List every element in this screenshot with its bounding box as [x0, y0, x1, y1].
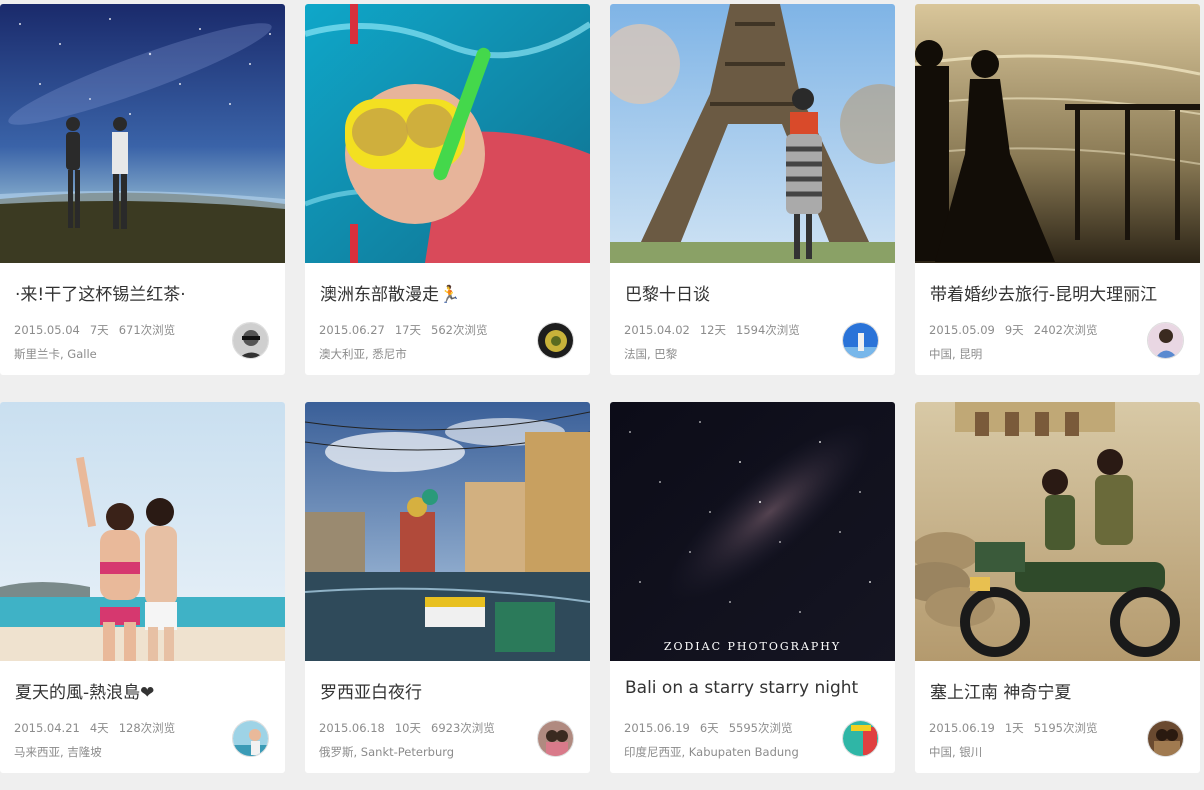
card-title[interactable]: 塞上江南 神奇宁夏	[930, 678, 1192, 703]
card-location: 马来西亚, 吉隆坡	[14, 745, 102, 759]
card-photo-canal-city[interactable]	[305, 402, 590, 661]
card-location: 俄罗斯, Sankt-Peterburg	[319, 745, 455, 759]
card-date: 2015.06.27	[319, 323, 385, 337]
card-title[interactable]: ·来!干了这杯锡兰红茶·	[15, 280, 277, 305]
card-views: 671次浏览	[118, 323, 176, 337]
author-avatar[interactable]	[1147, 720, 1184, 757]
card-views: 128次浏览	[118, 721, 176, 735]
author-avatar[interactable]	[537, 322, 574, 359]
card-duration: 10天	[394, 721, 421, 735]
card-title[interactable]: 澳洲东部散漫走🏃	[320, 280, 582, 305]
card-duration: 7天	[89, 323, 109, 337]
card-date: 2015.04.02	[624, 323, 690, 337]
card-location: 中国, 银川	[929, 745, 983, 759]
card-date: 2015.06.18	[319, 721, 385, 735]
travel-card[interactable]: 罗西亚白夜行 2015.06.18 10天 6923次浏览 俄罗斯, Sankt-P…	[305, 402, 590, 773]
card-views: 1594次浏览	[736, 323, 800, 337]
card-meta: 2015.06.19 1天 5195次浏览	[929, 720, 1107, 736]
card-meta: 2015.06.19 6天 5595次浏览	[624, 720, 802, 736]
card-meta: 2015.04.21 4天 128次浏览	[14, 720, 185, 736]
card-date: 2015.05.04	[14, 323, 80, 337]
card-title[interactable]: 夏天的風-熱浪島❤	[15, 678, 277, 703]
card-views: 5195次浏览	[1033, 721, 1098, 735]
author-avatar[interactable]	[537, 720, 574, 757]
card-title[interactable]: Bali on a starry starry night	[625, 678, 887, 698]
travel-card-grid: ·来!干了这杯锡兰红茶· 2015.05.04 7天 671次浏览 斯里兰卡, Ga…	[0, 0, 1204, 790]
card-location: 澳大利亚, 悉尼市	[319, 347, 407, 361]
author-avatar[interactable]	[1147, 322, 1184, 359]
card-location: 斯里兰卡, Galle	[14, 347, 97, 361]
card-photo-snorkeling[interactable]	[305, 4, 590, 263]
card-title[interactable]: 带着婚纱去旅行-昆明大理丽江	[930, 280, 1192, 305]
card-title[interactable]: 罗西亚白夜行	[320, 678, 582, 703]
travel-card[interactable]: 巴黎十日谈 2015.04.02 12天 1594次浏览 法国, 巴黎	[610, 4, 895, 375]
card-meta: 2015.06.27 17天 562次浏览	[319, 322, 497, 338]
card-views: 562次浏览	[431, 323, 488, 337]
travel-card[interactable]: 塞上江南 神奇宁夏 2015.06.19 1天 5195次浏览 中国, 银川	[915, 402, 1200, 773]
travel-card[interactable]: 澳洲东部散漫走🏃 2015.06.27 17天 562次浏览 澳大利亚, 悉尼市	[305, 4, 590, 375]
card-duration: 1天	[1004, 721, 1024, 735]
travel-card[interactable]: ZODIAC PHOTOGRAPHY Bali on a starry star…	[610, 402, 895, 773]
card-views: 6923次浏览	[431, 721, 495, 735]
card-views: 2402次浏览	[1033, 323, 1098, 337]
card-duration: 9天	[1004, 323, 1024, 337]
card-location: 印度尼西亚, Kabupaten Badung	[624, 745, 799, 759]
card-photo-milky-way[interactable]: ZODIAC PHOTOGRAPHY	[610, 402, 895, 661]
card-location: 中国, 昆明	[929, 347, 983, 361]
card-meta: 2015.05.09 9天 2402次浏览	[929, 322, 1107, 338]
card-photo-starry-night[interactable]	[0, 4, 285, 263]
card-duration: 12天	[699, 323, 726, 337]
card-meta: 2015.06.18 10天 6923次浏览	[319, 720, 505, 736]
card-date: 2015.04.21	[14, 721, 80, 735]
card-date: 2015.05.09	[929, 323, 995, 337]
author-avatar[interactable]	[232, 322, 269, 359]
photo-watermark: ZODIAC PHOTOGRAPHY	[663, 640, 842, 653]
author-avatar[interactable]	[842, 322, 879, 359]
card-views: 5595次浏览	[728, 721, 793, 735]
card-location: 法国, 巴黎	[624, 347, 678, 361]
author-avatar[interactable]	[842, 720, 879, 757]
card-title[interactable]: 巴黎十日谈	[625, 280, 887, 305]
card-photo-beach[interactable]	[0, 402, 285, 661]
card-date: 2015.06.19	[929, 721, 995, 735]
card-duration: 6天	[699, 721, 719, 735]
card-photo-wedding-silhouette[interactable]	[915, 4, 1200, 263]
card-meta: 2015.05.04 7天 671次浏览	[14, 322, 185, 338]
card-duration: 4天	[89, 721, 109, 735]
card-photo-motorcycle[interactable]	[915, 402, 1200, 661]
travel-card[interactable]: 带着婚纱去旅行-昆明大理丽江 2015.05.09 9天 2402次浏览 中国, 昆…	[915, 4, 1200, 375]
author-avatar[interactable]	[232, 720, 269, 757]
travel-card[interactable]: ·来!干了这杯锡兰红茶· 2015.05.04 7天 671次浏览 斯里兰卡, Ga…	[0, 4, 285, 375]
card-date: 2015.06.19	[624, 721, 690, 735]
card-duration: 17天	[394, 323, 421, 337]
card-photo-eiffel-tower[interactable]	[610, 4, 895, 263]
travel-card[interactable]: 夏天的風-熱浪島❤ 2015.04.21 4天 128次浏览 马来西亚, 吉隆坡	[0, 402, 285, 773]
card-meta: 2015.04.02 12天 1594次浏览	[624, 322, 810, 338]
